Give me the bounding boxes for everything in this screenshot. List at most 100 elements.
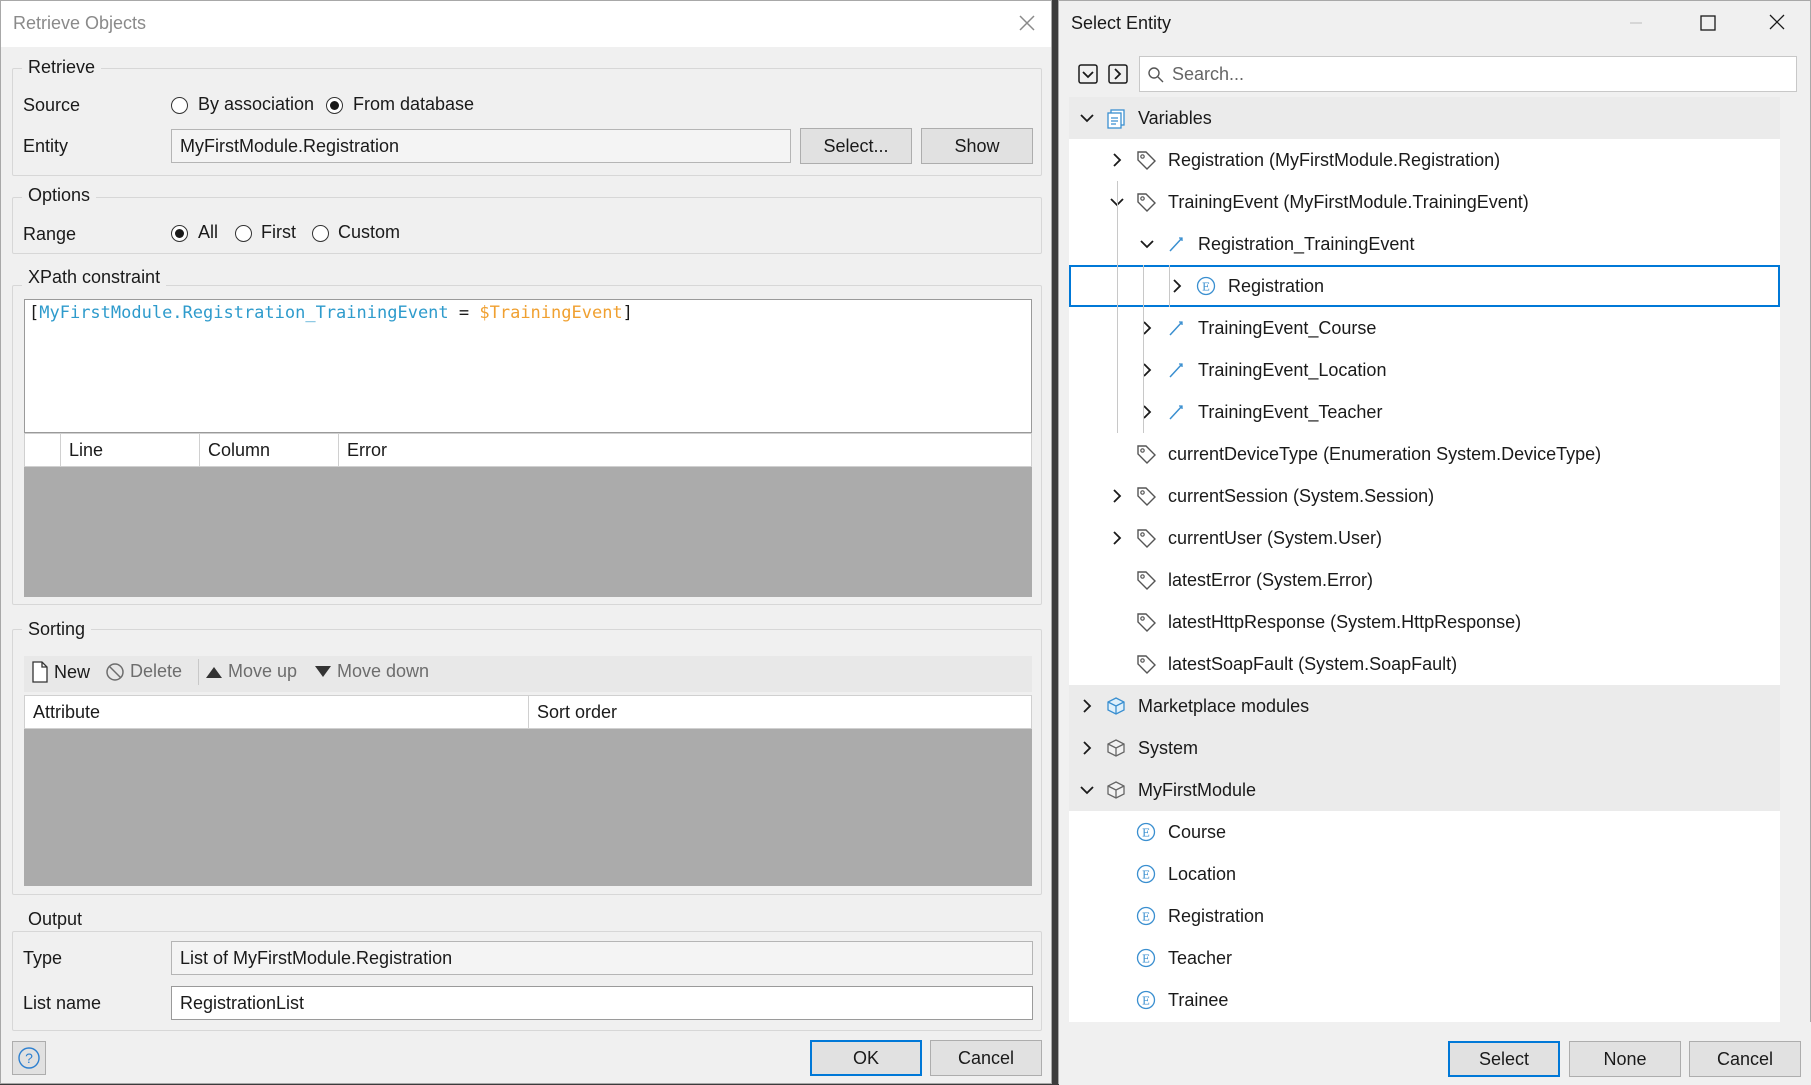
- move-down-button[interactable]: Move down: [314, 661, 429, 682]
- error-col-line[interactable]: Line: [61, 434, 200, 466]
- chevron-right-icon[interactable]: [1139, 320, 1155, 336]
- close-icon[interactable]: [1015, 11, 1039, 35]
- move-down-label: Move down: [337, 661, 430, 681]
- range-all-label[interactable]: All: [198, 222, 218, 243]
- select-button[interactable]: Select: [1448, 1041, 1560, 1077]
- from-database-label[interactable]: From database: [353, 94, 474, 115]
- list-name-input[interactable]: RegistrationList: [171, 986, 1033, 1020]
- range-first-radio[interactable]: [235, 225, 252, 242]
- select-entity-button[interactable]: Select...: [800, 128, 912, 164]
- tree-item[interactable]: TrainingEvent_Location: [1069, 349, 1780, 391]
- by-association-label[interactable]: By association: [198, 94, 314, 115]
- tree-item[interactable]: currentSession (System.Session): [1069, 475, 1780, 517]
- collapse-all-icon[interactable]: [1077, 63, 1099, 85]
- svg-text:E: E: [1142, 869, 1150, 882]
- chevron-down-icon[interactable]: [1079, 110, 1095, 126]
- tree-item-label: TrainingEvent_Teacher: [1198, 401, 1383, 422]
- delete-sort-label: Delete: [130, 661, 183, 681]
- help-icon: ?: [18, 1047, 40, 1069]
- maximize-icon[interactable]: [1693, 9, 1723, 37]
- tree-item[interactable]: TrainingEvent (MyFirstModule.TrainingEve…: [1069, 181, 1780, 223]
- title-bar: Retrieve Objects: [1, 1, 1051, 47]
- chevron-right-icon[interactable]: [1169, 278, 1185, 294]
- expand-all-icon[interactable]: [1107, 63, 1129, 85]
- chevron-right-icon[interactable]: [1109, 530, 1125, 546]
- tree-item-label: Trainee: [1168, 989, 1229, 1010]
- help-button[interactable]: ?: [12, 1041, 46, 1075]
- tree-item-label: Registration (MyFirstModule.Registration…: [1168, 149, 1501, 170]
- tag-icon: [1137, 529, 1156, 548]
- error-grid-body: [24, 467, 1032, 597]
- tree-item[interactable]: currentUser (System.User): [1069, 517, 1780, 559]
- entity-field[interactable]: MyFirstModule.Registration: [171, 129, 791, 163]
- dialog-title: Select Entity: [1071, 13, 1172, 33]
- tree-item[interactable]: E Registration: [1069, 895, 1780, 937]
- entity-tree: Variables Registration (MyFirstModule.Reg…: [1069, 97, 1780, 1022]
- none-button[interactable]: None: [1569, 1041, 1681, 1077]
- entity-icon: E: [1136, 906, 1156, 926]
- range-first-label[interactable]: First: [261, 222, 296, 243]
- xpath-operator: =: [448, 303, 480, 323]
- options-group-label: Options: [22, 185, 97, 206]
- tree-item[interactable]: latestSoapFault (System.SoapFault): [1069, 643, 1780, 685]
- from-database-radio[interactable]: [326, 97, 343, 114]
- tree-item[interactable]: Registration_TrainingEvent: [1069, 223, 1780, 265]
- entity-icon: E: [1136, 990, 1156, 1010]
- close-icon[interactable]: [1762, 9, 1792, 37]
- svg-text:?: ?: [25, 1050, 33, 1066]
- tree-item[interactable]: TrainingEvent_Teacher: [1069, 391, 1780, 433]
- chevron-down-icon[interactable]: [1139, 236, 1155, 252]
- tree-indent-guide: [1143, 265, 1144, 433]
- chevron-right-icon[interactable]: [1139, 362, 1155, 378]
- tree-item[interactable]: Variables: [1069, 97, 1780, 139]
- tree-item[interactable]: E Teacher: [1069, 937, 1780, 979]
- range-all-radio[interactable]: [171, 225, 188, 242]
- tree-item[interactable]: E Course: [1069, 811, 1780, 853]
- tree-item-label: MyFirstModule: [1138, 779, 1257, 800]
- minimize-icon[interactable]: [1621, 9, 1651, 37]
- new-document-icon: [32, 661, 48, 683]
- show-entity-button[interactable]: Show: [921, 128, 1033, 164]
- error-col-error[interactable]: Error: [339, 434, 1031, 466]
- chevron-right-icon[interactable]: [1079, 698, 1095, 714]
- tree-item[interactable]: MyFirstModule: [1069, 769, 1780, 811]
- tree-item[interactable]: currentDeviceType (Enumeration System.De…: [1069, 433, 1780, 475]
- cancel-button[interactable]: Cancel: [1689, 1041, 1801, 1077]
- triangle-down-icon: [315, 665, 331, 677]
- tree-item[interactable]: E Trainee: [1069, 979, 1780, 1021]
- entity-icon: E: [1136, 948, 1156, 968]
- tree-item[interactable]: latestError (System.Error): [1069, 559, 1780, 601]
- error-col-column[interactable]: Column: [200, 434, 339, 466]
- sort-col-sort-order[interactable]: Sort order: [529, 696, 1031, 728]
- chevron-down-icon[interactable]: [1079, 782, 1095, 798]
- new-sort-button[interactable]: New: [31, 661, 90, 683]
- tree-item[interactable]: E Registration: [1069, 265, 1780, 307]
- delete-sort-button[interactable]: Delete: [105, 661, 182, 682]
- sort-col-attribute[interactable]: Attribute: [25, 696, 529, 728]
- tree-item[interactable]: System: [1069, 727, 1780, 769]
- xpath-editor[interactable]: [MyFirstModule.Registration_TrainingEven…: [24, 299, 1032, 433]
- by-association-radio[interactable]: [171, 97, 188, 114]
- search-input[interactable]: [1170, 57, 1790, 91]
- move-up-button[interactable]: Move up: [205, 661, 297, 682]
- range-custom-label[interactable]: Custom: [338, 222, 400, 243]
- ok-button[interactable]: OK: [810, 1040, 922, 1076]
- tree-indent-guide: [1169, 265, 1170, 307]
- chevron-right-icon[interactable]: [1109, 152, 1125, 168]
- tree-item[interactable]: E Location: [1069, 853, 1780, 895]
- chevron-right-icon[interactable]: [1079, 740, 1095, 756]
- tree-item[interactable]: Registration (MyFirstModule.Registration…: [1069, 139, 1780, 181]
- entity-label: Entity: [23, 136, 69, 156]
- tree-item[interactable]: Marketplace modules: [1069, 685, 1780, 727]
- cancel-button[interactable]: Cancel: [930, 1040, 1042, 1076]
- move-up-label: Move up: [228, 661, 298, 681]
- range-custom-radio[interactable]: [312, 225, 329, 242]
- tree-item-label: Registration: [1228, 275, 1325, 296]
- chevron-right-icon[interactable]: [1139, 404, 1155, 420]
- chevron-right-icon[interactable]: [1109, 488, 1125, 504]
- tree-item[interactable]: TrainingEvent_Course: [1069, 307, 1780, 349]
- entity-icon: E: [1136, 822, 1156, 842]
- tree-item-label: currentUser (System.User): [1168, 527, 1383, 548]
- search-icon: [1148, 67, 1164, 83]
- tree-item[interactable]: latestHttpResponse (System.HttpResponse): [1069, 601, 1780, 643]
